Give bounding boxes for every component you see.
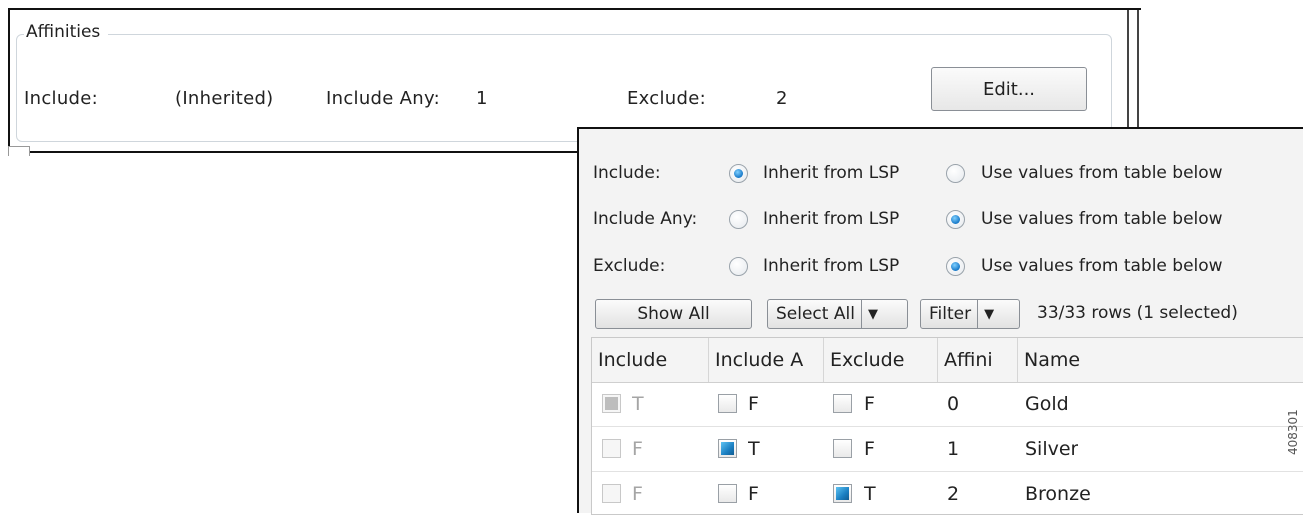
include-checkbox[interactable] [602, 394, 621, 413]
rows-status: 33/33 rows (1 selected) [1037, 303, 1238, 323]
show-all-label: Show All [637, 304, 710, 324]
exclude-cell: T [864, 483, 876, 505]
include-any-inherit-text: Inherit from LSP [763, 209, 900, 229]
affinity-cell: 2 [947, 483, 960, 505]
panel-corner-control [8, 146, 30, 156]
affinity-cell: 0 [947, 393, 960, 415]
exclude-inherit-radio[interactable] [729, 257, 748, 276]
affinities-group-title: Affinities [24, 22, 109, 42]
exclude-checkbox[interactable] [833, 484, 852, 503]
show-all-button[interactable]: Show All [595, 299, 752, 329]
exclude-use-values-radio[interactable] [946, 257, 965, 276]
select-all-label: Select All [776, 304, 855, 324]
column-header-include[interactable]: Include [592, 338, 709, 382]
exclude-inherit-text: Inherit from LSP [763, 256, 900, 276]
include-cell: F [632, 438, 643, 460]
select-all-dropdown[interactable]: Select All ▼ [767, 299, 908, 329]
include-option-label: Include: [593, 163, 661, 183]
affinity-cell: 1 [947, 438, 960, 460]
column-header-include-any[interactable]: Include A [709, 338, 824, 382]
table-row[interactable]: T F F 0 Gold [592, 382, 1303, 427]
include-any-checkbox[interactable] [718, 394, 737, 413]
exclude-cell: F [864, 393, 875, 415]
include-value: (Inherited) [175, 88, 274, 109]
include-label: Include: [24, 88, 98, 109]
include-use-values-text: Use values from table below [981, 163, 1223, 183]
exclude-value: 2 [776, 88, 788, 109]
column-header-name[interactable]: Name [1018, 338, 1303, 382]
include-use-values-radio[interactable] [946, 164, 965, 183]
exclude-checkbox[interactable] [833, 439, 852, 458]
exclude-checkbox[interactable] [833, 394, 852, 413]
include-checkbox[interactable] [602, 439, 621, 458]
include-any-checkbox[interactable] [718, 484, 737, 503]
filter-dropdown[interactable]: Filter ▼ [920, 299, 1020, 329]
include-any-label: Include Any: [326, 88, 440, 109]
include-any-option-label: Include Any: [593, 209, 698, 229]
affinity-editor-popup: Include: Inherit from LSP Use values fro… [577, 127, 1303, 515]
table-header: Include Include A Exclude Affini Name [592, 338, 1303, 383]
chevron-down-icon[interactable]: ▼ [977, 300, 1000, 328]
figure-id: 408301 [1286, 409, 1300, 455]
exclude-cell: F [864, 438, 875, 460]
include-any-cell: F [748, 393, 759, 415]
include-inherit-radio[interactable] [729, 164, 748, 183]
affinities-table: Include Include A Exclude Affini Name T … [591, 337, 1303, 515]
include-any-checkbox[interactable] [718, 439, 737, 458]
include-any-inherit-radio[interactable] [729, 210, 748, 229]
include-checkbox[interactable] [602, 484, 621, 503]
exclude-use-values-text: Use values from table below [981, 256, 1223, 276]
include-inherit-text: Inherit from LSP [763, 163, 900, 183]
column-header-affinity[interactable]: Affini [938, 338, 1018, 382]
filter-label: Filter [929, 304, 972, 324]
name-cell: Gold [1025, 393, 1069, 415]
include-any-cell: T [748, 438, 760, 460]
include-cell: T [632, 393, 644, 415]
include-any-use-values-text: Use values from table below [981, 209, 1223, 229]
name-cell: Silver [1025, 438, 1079, 460]
chevron-down-icon[interactable]: ▼ [860, 300, 884, 328]
table-row[interactable]: F F T 2 Bronze [592, 472, 1303, 514]
column-header-exclude[interactable]: Exclude [824, 338, 938, 382]
include-cell: F [632, 483, 643, 505]
edit-button[interactable]: Edit... [931, 67, 1087, 111]
include-any-cell: F [748, 483, 759, 505]
table-row[interactable]: F T F 1 Silver [592, 427, 1303, 472]
edit-button-label: Edit... [982, 78, 1036, 100]
include-any-use-values-radio[interactable] [946, 210, 965, 229]
exclude-option-label: Exclude: [593, 256, 666, 276]
exclude-label: Exclude: [627, 88, 706, 109]
name-cell: Bronze [1025, 483, 1091, 505]
include-any-value: 1 [476, 88, 488, 109]
